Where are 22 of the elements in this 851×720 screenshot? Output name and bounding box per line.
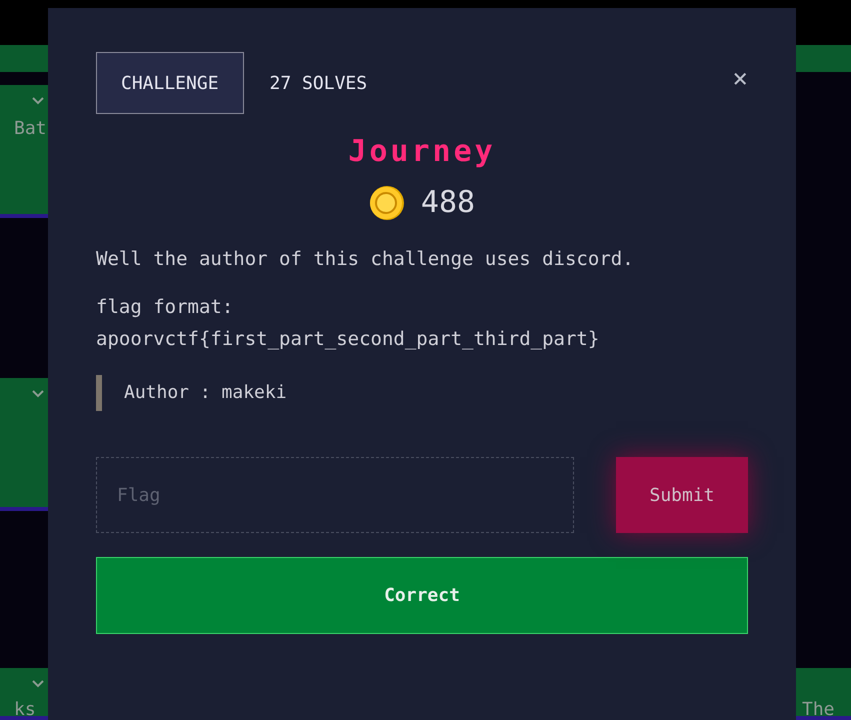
tile-title: The	[802, 698, 835, 716]
challenge-tile[interactable]: ks	[0, 668, 48, 720]
chevron-icon	[32, 390, 44, 398]
challenge-tile[interactable]	[0, 378, 48, 511]
challenge-tile[interactable]: The	[796, 668, 851, 720]
tab[interactable]: 27 SOLVES	[270, 52, 368, 114]
flag-input[interactable]: Flag	[96, 457, 574, 533]
result-banner: Correct	[96, 557, 748, 634]
close-button[interactable]: ×	[732, 66, 748, 92]
chevron-icon	[32, 680, 44, 688]
challenge-tile[interactable]: Bat	[0, 85, 48, 218]
tab[interactable]: CHALLENGE	[96, 52, 244, 114]
tile-title: ks	[14, 698, 36, 716]
points: 488	[420, 184, 476, 222]
coin-icon	[368, 184, 407, 220]
submit-button[interactable]: Submit	[616, 457, 748, 533]
description-text: flag format: apoorvctf{first_part_second_part_third_part}	[96, 295, 600, 352]
description-text: Well the author of this challenge uses discord.	[96, 247, 635, 272]
challenge-title: Journey	[348, 133, 496, 171]
tile-title: Bat	[14, 117, 47, 141]
author-quote: Author : makeki	[96, 375, 748, 411]
chevron-icon	[32, 97, 44, 105]
